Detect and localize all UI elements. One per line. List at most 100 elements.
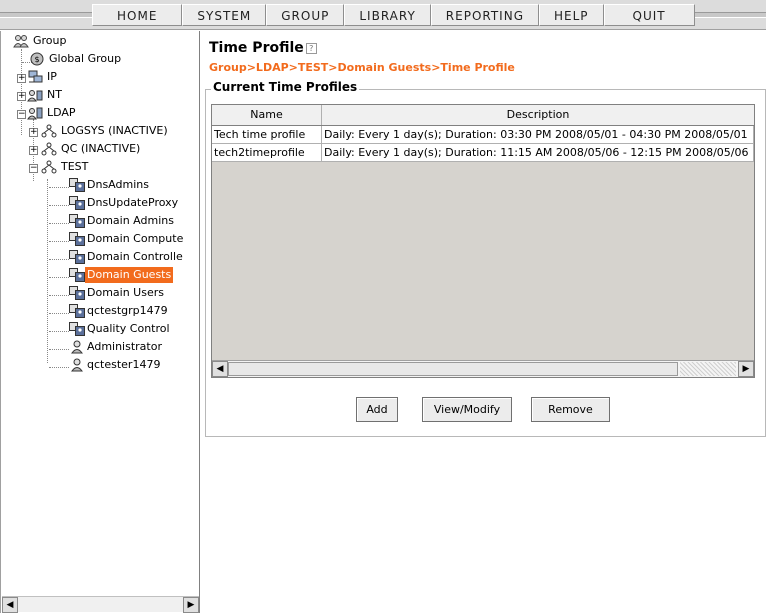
svg-text:$: $ xyxy=(34,55,39,64)
tree-item-ldap[interactable]: LDAP xyxy=(27,105,187,121)
page-title-text: Time Profile xyxy=(209,40,304,56)
scroll-left-icon[interactable]: ◀ xyxy=(2,597,18,613)
scroll-left-icon[interactable]: ◀ xyxy=(212,361,228,377)
tree-item-quality-control[interactable]: Quality Control xyxy=(69,321,199,337)
directory-icon xyxy=(27,107,43,120)
tree-item-domain-computers[interactable]: Domain Compute xyxy=(69,231,199,247)
tree-item-global-group[interactable]: $ Global Group xyxy=(29,51,189,67)
tree-item-label: DnsAdmins xyxy=(87,178,149,191)
cell-description: Daily: Every 1 day(s); Duration: 03:30 P… xyxy=(322,126,754,144)
tree-item-label: Administrator xyxy=(87,340,162,353)
help-icon[interactable]: ? xyxy=(305,43,317,54)
security-group-icon xyxy=(69,196,85,210)
column-header-name[interactable]: Name xyxy=(212,105,322,125)
view-modify-button[interactable]: View/Modify xyxy=(422,397,512,422)
menu-system[interactable]: SYSTEM xyxy=(182,4,267,26)
security-group-icon xyxy=(69,232,85,246)
cell-name: tech2timeprofile xyxy=(212,144,322,162)
expand-logsys-toggle[interactable]: + xyxy=(29,128,38,137)
tree-item-ip[interactable]: IP xyxy=(27,69,187,85)
menu-group[interactable]: GROUP xyxy=(266,4,345,26)
tree-item-qctestgrp1479[interactable]: qctestgrp1479 xyxy=(69,303,199,319)
tree-item-label: DnsUpdateProxy xyxy=(87,196,179,209)
tree-item-label: Domain Guests xyxy=(85,267,174,283)
tree-guide-line xyxy=(49,277,69,278)
scroll-thumb[interactable] xyxy=(228,362,678,376)
tree-guide-line xyxy=(49,367,69,368)
remove-button[interactable]: Remove xyxy=(531,397,610,422)
expand-nt-toggle[interactable]: + xyxy=(17,92,26,101)
tree-guide-line xyxy=(47,179,48,363)
security-group-icon xyxy=(69,268,85,282)
tree-item-label: QC (INACTIVE) xyxy=(61,142,141,155)
collapse-test-toggle[interactable]: − xyxy=(29,164,38,173)
top-menu-bar: HOME SYSTEM GROUP LIBRARY REPORTING HELP… xyxy=(0,0,766,30)
tree-item-qc[interactable]: QC (INACTIVE) xyxy=(41,141,199,157)
menu-reporting[interactable]: REPORTING xyxy=(430,4,539,26)
scroll-track[interactable] xyxy=(680,362,736,376)
tree-item-domain-admins[interactable]: Domain Admins xyxy=(69,213,199,229)
scroll-right-icon[interactable]: ▶ xyxy=(738,361,754,377)
tree-item-domain-controllers[interactable]: Domain Controlle xyxy=(69,249,199,265)
tree-guide-line xyxy=(49,223,69,224)
tree-guide-line xyxy=(49,295,69,296)
globe-icon: $ xyxy=(30,52,44,66)
org-tree-icon xyxy=(41,160,57,174)
group-tree-panel: Group $ Global Group + IP + NT − LDAP + … xyxy=(0,31,200,613)
user-icon xyxy=(71,340,83,354)
tree-horizontal-scrollbar[interactable]: ◀ ▶ xyxy=(2,596,199,613)
org-tree-icon xyxy=(41,124,57,138)
menu-quit[interactable]: QUIT xyxy=(603,4,695,26)
group-icon xyxy=(13,35,29,48)
domain-icon xyxy=(27,90,43,102)
tree-item-qctester1479[interactable]: qctester1479 xyxy=(69,357,199,373)
tree-item-logsys[interactable]: LOGSYS (INACTIVE) xyxy=(41,123,199,139)
collapse-ldap-toggle[interactable]: − xyxy=(17,110,26,119)
table-horizontal-scrollbar[interactable]: ◀ ▶ xyxy=(212,360,754,377)
tree-item-label: LOGSYS (INACTIVE) xyxy=(61,124,168,137)
section-title: Current Time Profiles xyxy=(211,80,360,94)
menu-help[interactable]: HELP xyxy=(539,4,604,26)
user-icon xyxy=(71,358,83,372)
tree-guide-line xyxy=(49,349,69,350)
time-profiles-table: Name Description Tech time profile Daily… xyxy=(211,104,755,378)
table-row[interactable]: Tech time profile Daily: Every 1 day(s);… xyxy=(212,126,754,144)
tree-guide-line xyxy=(49,331,69,332)
tree-item-label: qctestgrp1479 xyxy=(87,304,168,317)
tree-item-domain-users[interactable]: Domain Users xyxy=(69,285,199,301)
tree-item-label: qctester1479 xyxy=(87,358,161,371)
expand-qc-toggle[interactable]: + xyxy=(29,146,38,155)
org-tree-icon xyxy=(41,142,57,156)
table-row[interactable]: tech2timeprofile Daily: Every 1 day(s); … xyxy=(212,144,754,162)
tree-item-label: Domain Users xyxy=(87,286,164,299)
tree-item-label: LDAP xyxy=(47,106,76,119)
cell-name: Tech time profile xyxy=(212,126,322,144)
tree-item-domain-guests[interactable]: Domain Guests xyxy=(69,267,199,283)
scroll-right-icon[interactable]: ▶ xyxy=(183,597,199,613)
add-button[interactable]: Add xyxy=(356,397,398,422)
page-title: Time Profile? xyxy=(209,40,317,56)
menu-home[interactable]: HOME xyxy=(92,4,183,26)
tree-guide-line xyxy=(49,205,69,206)
tree-item-label: Domain Controlle xyxy=(87,250,183,263)
security-group-icon xyxy=(69,322,85,336)
tree-item-label: IP xyxy=(47,70,57,83)
tree-item-nt[interactable]: NT xyxy=(27,87,187,103)
tree-item-label: NT xyxy=(47,88,62,101)
tree-item-dnsupdateproxy[interactable]: DnsUpdateProxy xyxy=(69,195,199,211)
expand-ip-toggle[interactable]: + xyxy=(17,74,26,83)
tree-guide-line xyxy=(49,241,69,242)
menu-library[interactable]: LIBRARY xyxy=(344,4,431,26)
tree-item-dnsadmins[interactable]: DnsAdmins xyxy=(69,177,199,193)
tree-item-administrator[interactable]: Administrator xyxy=(69,339,199,355)
tree-item-label: Domain Admins xyxy=(87,214,174,227)
network-icon xyxy=(28,70,43,83)
tree-item-test[interactable]: TEST xyxy=(41,159,199,175)
tree-item-label: Quality Control xyxy=(87,322,170,335)
column-header-description[interactable]: Description xyxy=(322,105,754,125)
tree-item-label: Global Group xyxy=(49,52,122,65)
security-group-icon xyxy=(69,250,85,264)
tree-root-group[interactable]: Group xyxy=(13,33,173,49)
menu-items: HOME SYSTEM GROUP LIBRARY REPORTING HELP… xyxy=(92,4,695,26)
breadcrumb[interactable]: Group>LDAP>TEST>Domain Guests>Time Profi… xyxy=(209,61,515,74)
